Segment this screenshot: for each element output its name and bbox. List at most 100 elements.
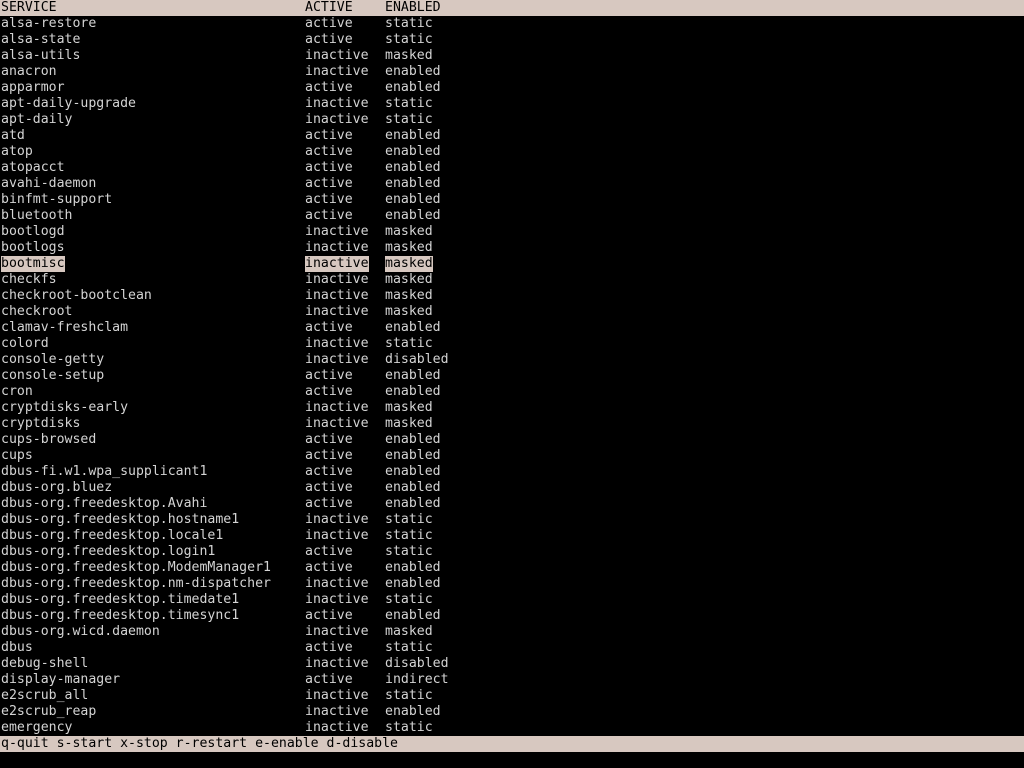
service-active-state: active	[305, 672, 353, 687]
column-header-service: SERVICE	[1, 0, 57, 15]
service-row[interactable]: dbus-org.freedesktop.nm-dispatcher inacti…	[0, 576, 1024, 592]
service-enabled-state: enabled	[385, 368, 441, 383]
service-row[interactable]: atop active enabled	[0, 144, 1024, 160]
service-name: dbus-org.freedesktop.login1	[1, 544, 216, 559]
service-row[interactable]: dbus-org.freedesktop.login1 active static	[0, 544, 1024, 560]
service-active-state: active	[305, 144, 353, 159]
service-name: binfmt-support	[1, 192, 113, 207]
service-row[interactable]: atd active enabled	[0, 128, 1024, 144]
service-row[interactable]: dbus-org.freedesktop.ModemManager1 active…	[0, 560, 1024, 576]
service-row[interactable]: bootmisc inactive masked	[0, 256, 1024, 272]
service-row[interactable]: bluetooth active enabled	[0, 208, 1024, 224]
service-enabled-state: static	[385, 16, 433, 31]
service-row[interactable]: cron active enabled	[0, 384, 1024, 400]
service-row[interactable]: dbus-org.bluez active enabled	[0, 480, 1024, 496]
service-row[interactable]: dbus-org.freedesktop.locale1 inactive stat…	[0, 528, 1024, 544]
service-active-state: inactive	[305, 256, 369, 272]
service-active-state: active	[305, 448, 353, 463]
service-row[interactable]: avahi-daemon active enabled	[0, 176, 1024, 192]
service-row[interactable]: dbus-fi.w1.wpa_supplicant1 active enabled	[0, 464, 1024, 480]
service-row[interactable]: apt-daily inactive static	[0, 112, 1024, 128]
service-row[interactable]: dbus active static	[0, 640, 1024, 656]
service-row[interactable]: apt-daily-upgrade inactive static	[0, 96, 1024, 112]
service-active-state: active	[305, 496, 353, 511]
service-row[interactable]: dbus-org.freedesktop.hostname1 inactive st…	[0, 512, 1024, 528]
service-active-state: inactive	[305, 576, 369, 591]
service-name: alsa-restore	[1, 16, 97, 31]
service-enabled-state: masked	[385, 304, 433, 319]
service-row[interactable]: checkroot-bootclean inactive masked	[0, 288, 1024, 304]
service-row[interactable]: binfmt-support active enabled	[0, 192, 1024, 208]
service-active-state: active	[305, 464, 353, 479]
service-list[interactable]: alsa-restore active static alsa-state active…	[0, 16, 1024, 736]
service-enabled-state: masked	[385, 416, 433, 431]
service-row[interactable]: display-manager active indirect	[0, 672, 1024, 688]
service-enabled-state: disabled	[385, 352, 449, 367]
service-enabled-state: enabled	[385, 496, 441, 511]
service-enabled-state: static	[385, 688, 433, 703]
service-row[interactable]: dbus-org.freedesktop.timesync1 active enab…	[0, 608, 1024, 624]
service-enabled-state: enabled	[385, 128, 441, 143]
service-row[interactable]: e2scrub_all inactive static	[0, 688, 1024, 704]
service-name: console-getty	[1, 352, 105, 367]
service-enabled-state: enabled	[385, 448, 441, 463]
service-row[interactable]: emergency inactive static	[0, 720, 1024, 736]
service-name: checkroot	[1, 304, 73, 319]
service-active-state: active	[305, 16, 353, 31]
service-row[interactable]: alsa-utils inactive masked	[0, 48, 1024, 64]
service-name: dbus-org.freedesktop.ModemManager1	[1, 560, 271, 575]
service-row[interactable]: bootlogs inactive masked	[0, 240, 1024, 256]
service-name: apt-daily	[1, 112, 73, 127]
service-enabled-state: static	[385, 96, 433, 111]
service-row[interactable]: colord inactive static	[0, 336, 1024, 352]
service-row[interactable]: bootlogd inactive masked	[0, 224, 1024, 240]
service-row[interactable]: apparmor active enabled	[0, 80, 1024, 96]
service-row[interactable]: clamav-freshclam active enabled	[0, 320, 1024, 336]
service-enabled-state: disabled	[385, 656, 449, 671]
service-active-state: active	[305, 320, 353, 335]
service-name: dbus-org.freedesktop.timedate1	[1, 592, 240, 607]
service-row[interactable]: checkroot inactive masked	[0, 304, 1024, 320]
service-row[interactable]: atopacct active enabled	[0, 160, 1024, 176]
service-row[interactable]: dbus-org.freedesktop.Avahi active enabled	[0, 496, 1024, 512]
service-row[interactable]: anacron inactive enabled	[0, 64, 1024, 80]
service-active-state: inactive	[305, 112, 369, 127]
service-row[interactable]: alsa-state active static	[0, 32, 1024, 48]
service-name: dbus-org.bluez	[1, 480, 113, 495]
service-active-state: active	[305, 80, 353, 95]
service-active-state: inactive	[305, 336, 369, 351]
service-row[interactable]: dbus-org.wicd.daemon inactive masked	[0, 624, 1024, 640]
service-row[interactable]: cryptdisks inactive masked	[0, 416, 1024, 432]
service-enabled-state: enabled	[385, 208, 441, 223]
service-row[interactable]: alsa-restore active static	[0, 16, 1024, 32]
service-name: bootlogs	[1, 240, 65, 255]
service-name: alsa-utils	[1, 48, 81, 63]
service-enabled-state: enabled	[385, 80, 441, 95]
service-row[interactable]: cryptdisks-early inactive masked	[0, 400, 1024, 416]
service-enabled-state: masked	[385, 224, 433, 239]
service-name: bootlogd	[1, 224, 65, 239]
service-name: e2scrub_all	[1, 688, 89, 703]
service-name: emergency	[1, 720, 73, 735]
service-row[interactable]: checkfs inactive masked	[0, 272, 1024, 288]
service-name: dbus-org.wicd.daemon	[1, 624, 160, 639]
service-row[interactable]: console-setup active enabled	[0, 368, 1024, 384]
service-active-state: active	[305, 368, 353, 383]
service-enabled-state: masked	[385, 272, 433, 287]
service-row[interactable]: e2scrub_reap inactive enabled	[0, 704, 1024, 720]
service-active-state: inactive	[305, 288, 369, 303]
service-row[interactable]: cups-browsed active enabled	[0, 432, 1024, 448]
service-enabled-state: masked	[385, 400, 433, 415]
service-active-state: inactive	[305, 624, 369, 639]
service-active-state: inactive	[305, 224, 369, 239]
service-name: dbus-fi.w1.wpa_supplicant1	[1, 464, 208, 479]
service-row[interactable]: cups active enabled	[0, 448, 1024, 464]
service-row[interactable]: console-getty inactive disabled	[0, 352, 1024, 368]
service-row[interactable]: debug-shell inactive disabled	[0, 656, 1024, 672]
service-row[interactable]: dbus-org.freedesktop.timedate1 inactive st…	[0, 592, 1024, 608]
service-active-state: inactive	[305, 352, 369, 367]
service-enabled-state: masked	[385, 256, 433, 272]
service-active-state: active	[305, 208, 353, 223]
service-enabled-state: masked	[385, 288, 433, 303]
service-name: cups-browsed	[1, 432, 97, 447]
